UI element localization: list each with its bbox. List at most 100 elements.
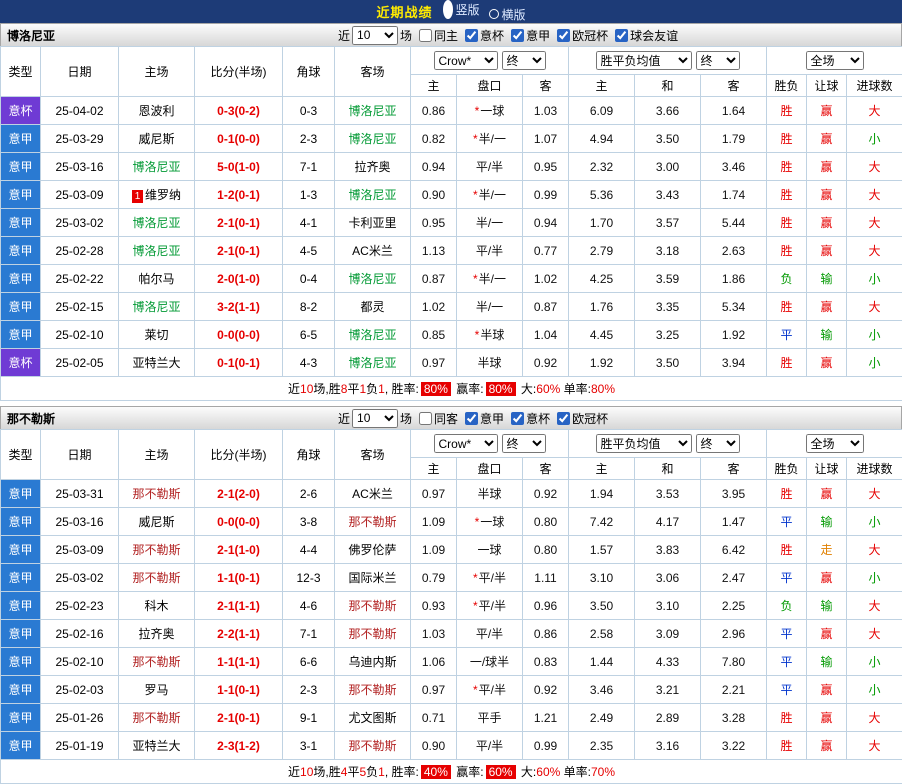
home-team-link[interactable]: 莱切 (144, 328, 168, 342)
team-name[interactable]: 那不勒斯 (7, 410, 55, 427)
home-team-link[interactable]: 罗马 (144, 683, 168, 697)
filter-option[interactable]: 欧冠杯 (557, 410, 608, 427)
avg-away-odds: 1.47 (701, 508, 767, 536)
bookmaker-select[interactable]: Crow* (434, 51, 498, 70)
score-link[interactable]: 2-1(1-0) (195, 536, 283, 564)
away-team-link[interactable]: 博洛尼亚 (348, 272, 396, 286)
view-option[interactable]: 横版 (489, 6, 526, 23)
score-link[interactable]: 2-1(2-0) (195, 480, 283, 508)
filter-option[interactable]: 意甲 (465, 410, 504, 427)
odds-stage-select[interactable]: 终 (502, 434, 546, 453)
filter-checkbox[interactable] (419, 29, 432, 42)
score-link[interactable]: 2-1(0-1) (195, 704, 283, 732)
away-team-link[interactable]: 那不勒斯 (348, 683, 396, 697)
score-link[interactable]: 1-1(0-1) (195, 564, 283, 592)
filter-option[interactable]: 同主 (419, 27, 458, 44)
score-link[interactable]: 0-3(0-2) (195, 97, 283, 125)
avg-home-odds: 6.09 (569, 97, 635, 125)
away-team-link[interactable]: 佛罗伦萨 (348, 543, 396, 557)
home-team-link[interactable]: 亚特兰大 (132, 356, 180, 370)
recent-count-select[interactable]: 10 (352, 26, 398, 45)
filter-option[interactable]: 同客 (419, 410, 458, 427)
home-team-link[interactable]: 拉齐奥 (138, 627, 174, 641)
filter-option[interactable]: 意杯 (465, 27, 504, 44)
filter-checkbox[interactable] (419, 412, 432, 425)
home-team-link[interactable]: 帕尔马 (138, 272, 174, 286)
home-team-link[interactable]: 博洛尼亚 (132, 244, 180, 258)
home-team-link[interactable]: 那不勒斯 (132, 571, 180, 585)
score-link[interactable]: 0-1(0-1) (195, 349, 283, 377)
score-link[interactable]: 2-1(0-1) (195, 237, 283, 265)
radio-icon[interactable] (489, 9, 499, 19)
home-team-link[interactable]: 那不勒斯 (132, 487, 180, 501)
away-team-link[interactable]: 博洛尼亚 (348, 328, 396, 342)
score-link[interactable]: 0-1(0-0) (195, 125, 283, 153)
away-team-link[interactable]: 那不勒斯 (348, 739, 396, 753)
score-link[interactable]: 0-0(0-0) (195, 321, 283, 349)
period-select[interactable]: 全场 (806, 51, 864, 70)
filter-checkbox[interactable] (511, 29, 524, 42)
avg-stage-select[interactable]: 终 (696, 434, 740, 453)
score-link[interactable]: 1-1(1-1) (195, 648, 283, 676)
team-name[interactable]: 博洛尼亚 (7, 27, 55, 44)
away-team-link[interactable]: 博洛尼亚 (348, 356, 396, 370)
away-team-link[interactable]: 乌迪内斯 (348, 655, 396, 669)
score-link[interactable]: 2-0(1-0) (195, 265, 283, 293)
filter-checkbox[interactable] (465, 29, 478, 42)
radio-icon[interactable] (443, 0, 453, 19)
score-link[interactable]: 0-0(0-0) (195, 508, 283, 536)
away-team-link[interactable]: AC米兰 (352, 244, 393, 258)
home-team-link[interactable]: 维罗纳 (145, 188, 181, 202)
filter-checkbox[interactable] (557, 412, 570, 425)
filter-checkbox[interactable] (615, 29, 628, 42)
home-team-link[interactable]: 博洛尼亚 (132, 300, 180, 314)
score-link[interactable]: 1-1(0-1) (195, 676, 283, 704)
filter-checkbox[interactable] (557, 29, 570, 42)
home-team-link[interactable]: 那不勒斯 (132, 711, 180, 725)
filter-option[interactable]: 意杯 (511, 410, 550, 427)
home-team-link[interactable]: 威尼斯 (138, 132, 174, 146)
score-link[interactable]: 5-0(1-0) (195, 153, 283, 181)
away-team-link[interactable]: 尤文图斯 (348, 711, 396, 725)
bookmaker-select[interactable]: Crow* (434, 434, 498, 453)
home-team-link[interactable]: 亚特兰大 (132, 739, 180, 753)
handicap-odds-home: 1.02 (411, 293, 457, 321)
away-team-link[interactable]: 都灵 (360, 300, 384, 314)
filter-option[interactable]: 欧冠杯 (557, 27, 608, 44)
period-select[interactable]: 全场 (806, 434, 864, 453)
away-team-link[interactable]: 博洛尼亚 (348, 132, 396, 146)
away-team-link[interactable]: 博洛尼亚 (348, 104, 396, 118)
away-team-link[interactable]: 拉齐奥 (354, 160, 390, 174)
avg-type-select[interactable]: 胜平负均值 (596, 51, 692, 70)
filter-option[interactable]: 意甲 (511, 27, 550, 44)
home-team-link[interactable]: 威尼斯 (138, 515, 174, 529)
home-team-link[interactable]: 那不勒斯 (132, 543, 180, 557)
home-team-link[interactable]: 科木 (144, 599, 168, 613)
home-team-link[interactable]: 博洛尼亚 (132, 216, 180, 230)
avg-stage-select[interactable]: 终 (696, 51, 740, 70)
away-team-link[interactable]: AC米兰 (352, 487, 393, 501)
away-team-link[interactable]: 博洛尼亚 (348, 188, 396, 202)
recent-count-select[interactable]: 10 (352, 409, 398, 428)
score-link[interactable]: 2-1(1-1) (195, 592, 283, 620)
score-link[interactable]: 2-1(0-1) (195, 209, 283, 237)
away-team-link[interactable]: 那不勒斯 (348, 515, 396, 529)
home-team-link[interactable]: 恩波利 (138, 104, 174, 118)
avg-type-select[interactable]: 胜平负均值 (596, 434, 692, 453)
score-link[interactable]: 3-2(1-1) (195, 293, 283, 321)
away-team-link[interactable]: 那不勒斯 (348, 599, 396, 613)
filter-checkbox[interactable] (511, 412, 524, 425)
view-option[interactable]: 竖版 (441, 0, 479, 19)
score-link[interactable]: 2-2(1-1) (195, 620, 283, 648)
filter-checkbox[interactable] (465, 412, 478, 425)
score-link[interactable]: 1-2(0-1) (195, 181, 283, 209)
filter-option[interactable]: 球会友谊 (615, 27, 678, 44)
home-team-link[interactable]: 博洛尼亚 (132, 160, 180, 174)
result-goals: 大 (847, 97, 902, 125)
score-link[interactable]: 2-3(1-2) (195, 732, 283, 760)
away-team-link[interactable]: 国际米兰 (348, 571, 396, 585)
odds-stage-select[interactable]: 终 (502, 51, 546, 70)
home-team-link[interactable]: 那不勒斯 (132, 655, 180, 669)
away-team-link[interactable]: 那不勒斯 (348, 627, 396, 641)
away-team-link[interactable]: 卡利亚里 (348, 216, 396, 230)
